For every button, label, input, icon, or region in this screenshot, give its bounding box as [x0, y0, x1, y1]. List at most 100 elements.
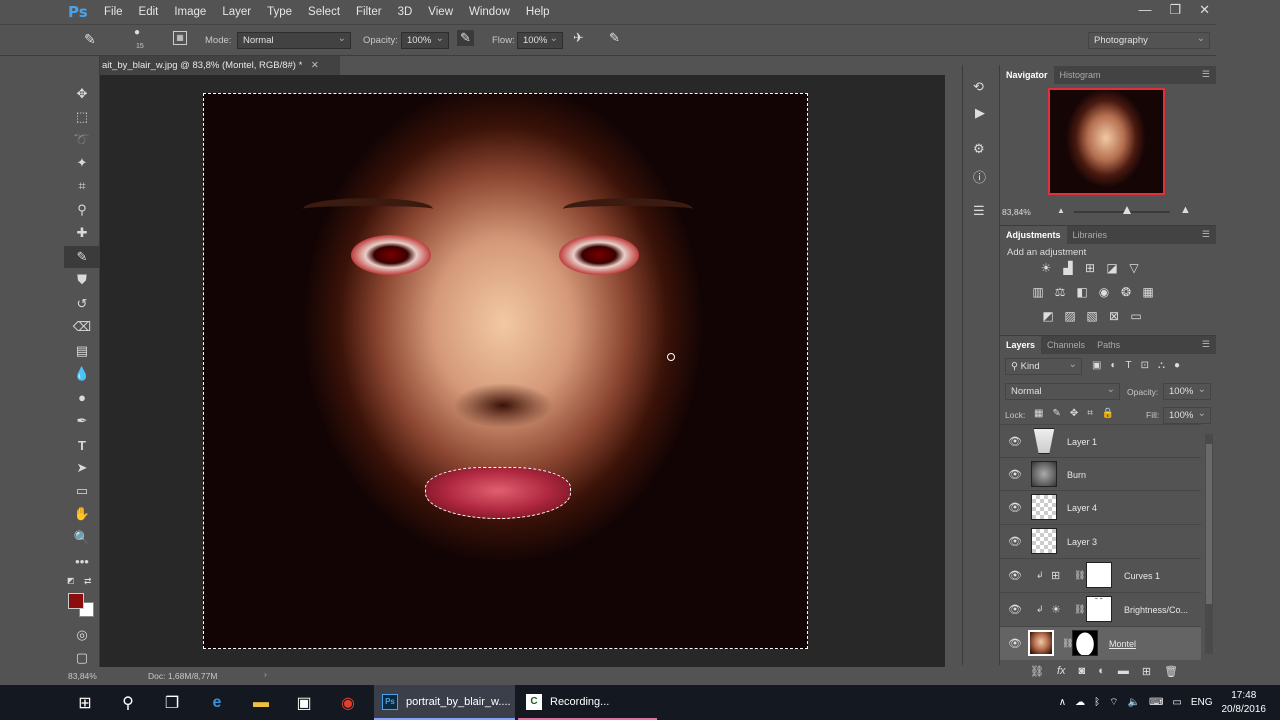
bw-icon[interactable]: ◧: [1074, 285, 1090, 299]
eyedropper-tool-icon[interactable]: ⚲: [64, 199, 100, 221]
scrollbar-thumb[interactable]: [1206, 444, 1212, 604]
vibrance-icon[interactable]: ▽: [1126, 261, 1142, 275]
history-brush-tool-icon[interactable]: ↺: [64, 293, 100, 315]
levels-icon[interactable]: ▟: [1060, 261, 1076, 275]
lock-position-icon[interactable]: ✥: [1070, 408, 1078, 419]
tab-channels[interactable]: Channels: [1041, 336, 1091, 354]
gradient-tool-icon[interactable]: ▤: [64, 340, 100, 362]
color-balance-icon[interactable]: ⚖: [1052, 285, 1068, 299]
menu-view[interactable]: View: [420, 0, 461, 24]
healing-brush-tool-icon[interactable]: ✚: [64, 222, 100, 244]
taskbar-app-recording[interactable]: C Recording...: [518, 685, 657, 720]
zoom-readout[interactable]: 83,84%: [68, 671, 97, 681]
zoom-in-icon[interactable]: ▲: [1180, 204, 1191, 216]
windows-start-icon[interactable]: ⊞: [64, 685, 106, 720]
close-tab-icon[interactable]: ✕: [311, 60, 319, 71]
new-group-icon[interactable]: ▬: [1118, 665, 1129, 678]
navigator-thumbnail[interactable]: [1048, 88, 1165, 195]
menu-layer[interactable]: Layer: [214, 0, 259, 24]
restore-icon[interactable]: ❐: [1169, 2, 1181, 18]
channel-mixer-icon[interactable]: ❂: [1118, 285, 1134, 299]
panel-menu-icon[interactable]: ☰: [1202, 229, 1210, 240]
search-icon[interactable]: ⚲: [107, 685, 149, 720]
history-icon[interactable]: ⟲: [973, 79, 984, 95]
properties-icon[interactable]: ⚙: [973, 141, 985, 157]
visibility-eye-icon[interactable]: 👁: [1008, 603, 1022, 616]
pressure-size-icon[interactable]: ✎: [609, 30, 620, 46]
fill-field[interactable]: 100%: [1163, 406, 1211, 424]
pen-tool-icon[interactable]: ✒: [64, 410, 100, 432]
menu-image[interactable]: Image: [166, 0, 214, 24]
document-tab[interactable]: ait_by_blair_w.jpg @ 83,8% (Montel, RGB/…: [100, 56, 340, 75]
foreground-color-swatch[interactable]: [68, 593, 84, 609]
layer-row[interactable]: 👁 ↲ ⊞ ⛓ Curves 1: [1000, 558, 1201, 592]
visibility-eye-icon[interactable]: 👁: [1008, 501, 1022, 514]
layer-name[interactable]: Layer 4: [1067, 503, 1097, 513]
layer-name[interactable]: Curves 1: [1124, 571, 1160, 581]
tab-navigator[interactable]: Navigator: [1000, 66, 1054, 84]
mode-dropdown[interactable]: Normal: [237, 31, 351, 49]
hand-tool-icon[interactable]: ✋: [64, 503, 100, 525]
menu-file[interactable]: File: [96, 0, 131, 24]
crop-tool-icon[interactable]: ⌗: [64, 175, 100, 197]
move-tool-icon[interactable]: ✥: [64, 83, 100, 105]
delete-layer-icon[interactable]: 🗑: [1164, 665, 1178, 678]
color-lookup-icon[interactable]: ▦: [1140, 285, 1156, 299]
exposure-icon[interactable]: ◪: [1104, 261, 1120, 275]
taskbar-app-photoshop[interactable]: Ps portrait_by_blair_w....: [374, 685, 515, 720]
actions-icon[interactable]: ▶: [975, 105, 985, 121]
clock[interactable]: 17:48 20/8/2016: [1222, 689, 1267, 717]
lock-artboard-icon[interactable]: ⌗: [1087, 408, 1093, 419]
tab-libraries[interactable]: Libraries: [1067, 226, 1114, 244]
tab-layers[interactable]: Layers: [1000, 336, 1042, 354]
new-layer-icon[interactable]: ⊞: [1142, 665, 1151, 678]
lock-transparent-icon[interactable]: ▦: [1034, 408, 1043, 419]
layer-name[interactable]: Layer 1: [1067, 437, 1097, 447]
layer-filter-dropdown[interactable]: ⚲ Kind: [1005, 357, 1082, 375]
menu-3d[interactable]: 3D: [390, 0, 421, 24]
tab-adjustments[interactable]: Adjustments: [1000, 226, 1067, 244]
brush-panel-icon[interactable]: ▦: [173, 31, 187, 45]
zoom-tool-icon[interactable]: 🔍: [64, 527, 100, 549]
default-colors-icon[interactable]: ◩: [67, 576, 75, 585]
onedrive-icon[interactable]: ☁: [1075, 697, 1085, 708]
new-adjustment-icon[interactable]: ◐: [1098, 665, 1105, 678]
type-filter-icon[interactable]: T: [1126, 360, 1132, 371]
smart-filter-icon[interactable]: ⛬: [1158, 360, 1165, 371]
visibility-eye-icon[interactable]: 👁: [1008, 468, 1022, 481]
layer-name[interactable]: Montel: [1109, 639, 1136, 649]
layer-row[interactable]: 👁 Burn: [1000, 457, 1201, 491]
pixel-filter-icon[interactable]: ▣: [1092, 360, 1101, 371]
zoom-out-icon[interactable]: ▲: [1057, 206, 1065, 215]
info-icon[interactable]: ⓘ: [973, 167, 986, 186]
more-tools-icon[interactable]: •••: [64, 550, 100, 572]
layer-name[interactable]: Burn: [1067, 470, 1086, 480]
menu-filter[interactable]: Filter: [348, 0, 390, 24]
menu-help[interactable]: Help: [518, 0, 558, 24]
bluetooth-icon[interactable]: ᛒ: [1094, 697, 1100, 708]
blur-tool-icon[interactable]: 💧: [64, 363, 100, 385]
lasso-tool-icon[interactable]: ➰: [64, 129, 100, 151]
mask-link-icon[interactable]: ⛓: [1074, 604, 1085, 615]
fx-icon[interactable]: fx: [1057, 665, 1066, 678]
file-explorer-icon[interactable]: ▬: [240, 685, 282, 720]
clone-stamp-tool-icon[interactable]: ⛊: [64, 269, 100, 291]
close-icon[interactable]: ✕: [1199, 2, 1210, 18]
quick-mask-icon[interactable]: ◎: [64, 624, 100, 646]
layer-row[interactable]: 👁 Layer 1: [1000, 424, 1201, 458]
marquee-tool-icon[interactable]: ⬚: [64, 106, 100, 128]
keyboard-icon[interactable]: ⌨: [1149, 697, 1163, 708]
edge-icon[interactable]: e: [196, 685, 238, 720]
layer-row[interactable]: 👁 Layer 3: [1000, 524, 1201, 558]
notifications-icon[interactable]: ▭: [1172, 697, 1181, 708]
layer-row[interactable]: 👁 ↲ ☀ ⛓ ˘ ˘ Brightness/Co...: [1000, 592, 1201, 626]
visibility-eye-icon[interactable]: 👁: [1008, 569, 1022, 582]
airbrush-icon[interactable]: ✈: [573, 30, 584, 46]
layer-mask-thumbnail[interactable]: [1086, 562, 1112, 588]
dodge-tool-icon[interactable]: ●: [64, 386, 100, 408]
tab-histogram[interactable]: Histogram: [1054, 66, 1107, 84]
adjustment-filter-icon[interactable]: ◐: [1110, 360, 1116, 371]
layers-scrollbar[interactable]: [1205, 434, 1213, 654]
invert-icon[interactable]: ◩: [1040, 309, 1056, 323]
network-icon[interactable]: ⌔: [1109, 696, 1118, 709]
